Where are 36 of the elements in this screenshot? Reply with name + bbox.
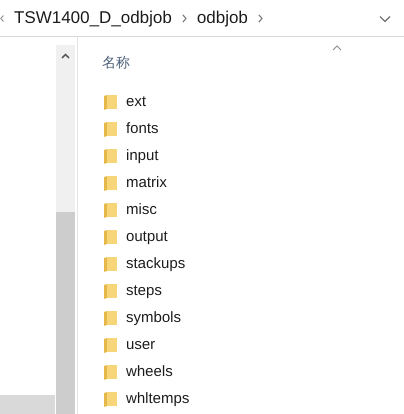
folder-name[interactable]: symbols [126,307,182,330]
folder-name[interactable]: whltemps [126,388,190,411]
folder-icon [104,392,118,407]
folder-name[interactable]: matrix [126,172,167,195]
folder-icon [104,230,118,245]
breadcrumb-item[interactable]: TSW1400_D_odbjob [14,5,172,31]
folder-icon [104,257,118,272]
breadcrumb-separator-icon[interactable] [258,14,263,22]
folder-icon [104,338,118,353]
horizontal-scrollbar[interactable] [0,395,55,414]
folder-icon [104,149,118,164]
folder-name[interactable]: wheels [126,361,173,384]
folder-name[interactable]: steps [126,280,162,303]
chevron-left-icon [0,15,4,22]
folder-icon [104,284,118,299]
folder-name[interactable]: fonts [126,118,159,141]
folder-icon [104,203,118,218]
dropdown-chevron-icon[interactable] [379,15,391,23]
name-column-header[interactable]: 名称 [102,52,130,73]
folder-name[interactable]: ext [126,91,146,114]
folder-name[interactable]: stackups [126,253,186,276]
folder-name[interactable]: misc [126,199,157,222]
folder-icon [104,311,118,326]
scroll-up-icon[interactable] [61,53,70,59]
breadcrumb-item[interactable]: odbjob [196,5,248,31]
scrollbar-thumb[interactable] [56,212,75,414]
sort-ascending-icon [332,45,342,51]
folder-icon [104,365,118,380]
folder-icon [104,176,118,191]
folder-icon [104,122,118,137]
folder-name[interactable]: user [126,334,156,357]
breadcrumb-separator-icon[interactable] [182,14,187,22]
folder-icon [104,95,118,110]
folder-name[interactable]: output [126,226,168,249]
vertical-scrollbar[interactable] [56,45,75,414]
folder-name[interactable]: input [126,145,159,168]
